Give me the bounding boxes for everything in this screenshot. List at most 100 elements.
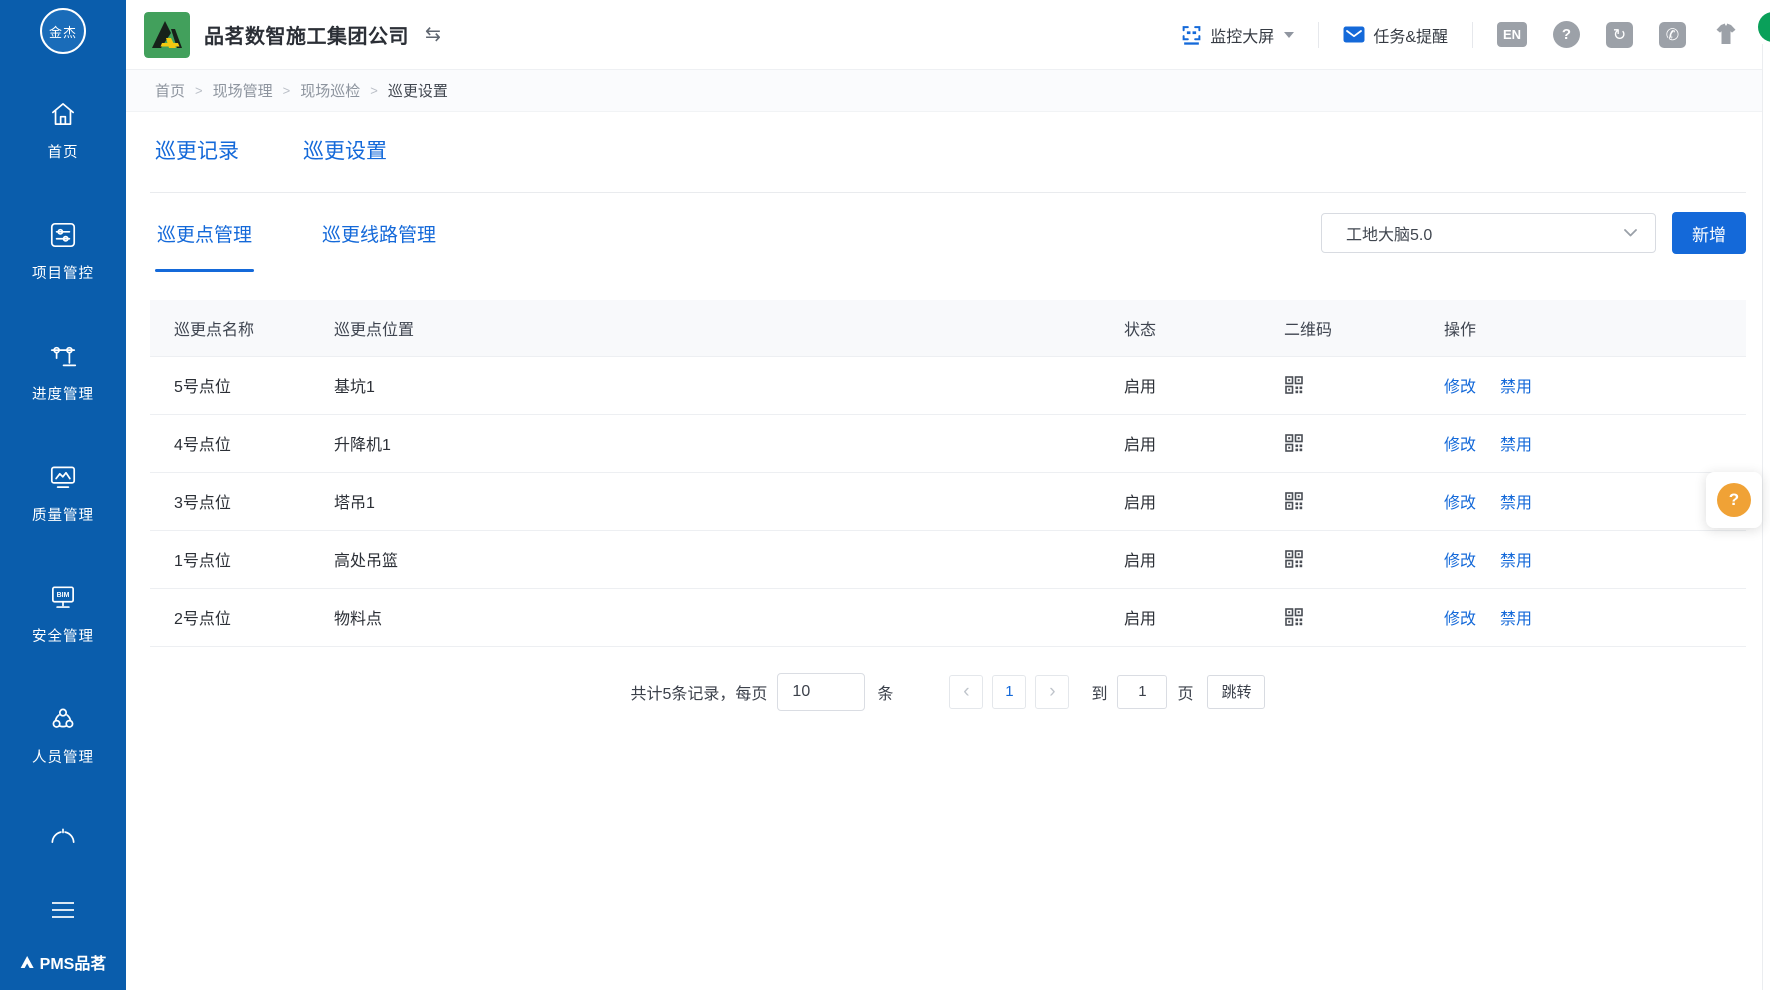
sidebar-item-safety[interactable]: BIM 安全管理 — [0, 582, 126, 703]
contact-phone-icon[interactable]: ✆ — [1659, 22, 1686, 48]
theme-shirt-icon[interactable] — [1712, 23, 1740, 47]
edit-link[interactable]: 修改 — [1444, 495, 1476, 512]
breadcrumb-separator: > — [283, 83, 291, 98]
sidebar-item-more[interactable] — [0, 824, 126, 884]
switch-project-icon[interactable]: ⇆ — [425, 23, 441, 46]
qrcode-icon[interactable] — [1284, 433, 1304, 453]
cell-name: 5号点位 — [150, 356, 334, 414]
pagination: 共计5条记录，每页 条 ‹ 1 › 到 页 跳转 — [150, 673, 1746, 711]
cell-location: 塔吊1 — [334, 472, 1124, 530]
project-select-dropdown[interactable]: 工地大脑5.0 — [1321, 213, 1656, 253]
qrcode-icon[interactable] — [1284, 607, 1304, 627]
sidebar-item-home[interactable]: 首页 — [0, 98, 126, 219]
cell-name: 1号点位 — [150, 530, 334, 588]
app-root: 金杰 首页 项目管控 进度管理 — [0, 0, 1770, 990]
sidebar-item-label: 安全管理 — [32, 625, 94, 646]
sidebar-item-progress[interactable]: 进度管理 — [0, 340, 126, 461]
page-number-button[interactable]: 1 — [992, 675, 1026, 709]
cell-status: 启用 — [1124, 414, 1284, 472]
cell-location: 高处吊篮 — [334, 530, 1124, 588]
monitor-screen-icon — [1181, 24, 1202, 45]
sidebar-item-label: 进度管理 — [32, 383, 94, 404]
divider — [1318, 22, 1319, 48]
qrcode-icon[interactable] — [1284, 549, 1304, 569]
pms-triangle-icon — [20, 955, 35, 969]
breadcrumb-site-inspection[interactable]: 现场巡检 — [300, 80, 360, 101]
sync-icon[interactable]: ↻ — [1606, 22, 1633, 48]
envelope-icon — [1343, 26, 1365, 43]
company-logo — [144, 12, 190, 58]
qrcode-icon[interactable] — [1284, 375, 1304, 395]
page-size-input[interactable] — [777, 673, 865, 711]
col-status: 状态 — [1124, 300, 1284, 356]
floating-help-widget[interactable]: ? — [1706, 472, 1762, 528]
sidebar-item-label: 项目管控 — [32, 262, 94, 283]
subtab-patrol-route-management[interactable]: 巡更线路管理 — [322, 220, 436, 247]
tasks-reminders-label: 任务&提醒 — [1373, 23, 1448, 47]
table-row: 1号点位 高处吊篮 启用 修改禁用 — [150, 530, 1746, 588]
sidebar-item-label: 质量管理 — [32, 504, 94, 525]
sidebar-item-personnel[interactable]: 人员管理 — [0, 703, 126, 824]
cell-name: 3号点位 — [150, 472, 334, 530]
language-toggle[interactable]: EN — [1497, 22, 1527, 47]
page-content: 巡更记录 巡更设置 巡更点管理 巡更线路管理 工地大脑5.0 新增 — [126, 112, 1770, 990]
people-network-icon — [47, 703, 79, 735]
jump-page-input[interactable] — [1117, 675, 1167, 709]
chevron-down-icon — [1284, 32, 1294, 38]
prev-page-button[interactable]: ‹ — [949, 675, 983, 709]
disable-link[interactable]: 禁用 — [1500, 611, 1532, 628]
patrol-points-table: 巡更点名称 巡更点位置 状态 二维码 操作 5号点位 基坑1 启用 修改禁用 — [150, 300, 1746, 647]
disable-link[interactable]: 禁用 — [1500, 437, 1532, 454]
jump-button[interactable]: 跳转 — [1207, 675, 1265, 709]
subtab-toolbar-row: 巡更点管理 巡更线路管理 工地大脑5.0 新增 — [150, 193, 1746, 273]
cell-name: 4号点位 — [150, 414, 334, 472]
pagination-total-text: 共计5条记录，每页 — [631, 680, 768, 704]
tab-patrol-settings[interactable]: 巡更设置 — [303, 140, 387, 164]
sidebar-collapse-icon[interactable] — [52, 902, 74, 918]
cell-status: 启用 — [1124, 356, 1284, 414]
sidebar: 金杰 首页 项目管控 进度管理 — [0, 0, 126, 990]
breadcrumb-site-management[interactable]: 现场管理 — [213, 80, 273, 101]
sidebar-item-project-control[interactable]: 项目管控 — [0, 219, 126, 340]
sidebar-item-label: 首页 — [48, 141, 79, 162]
table-row: 5号点位 基坑1 启用 修改禁用 — [150, 356, 1746, 414]
disable-link[interactable]: 禁用 — [1500, 379, 1532, 396]
pager: ‹ 1 › — [949, 675, 1069, 709]
company-name: 品茗数智施工集团公司 — [204, 20, 409, 49]
breadcrumb-home[interactable]: 首页 — [155, 80, 185, 101]
sidebar-item-quality[interactable]: 质量管理 — [0, 461, 126, 582]
edit-link[interactable]: 修改 — [1444, 437, 1476, 454]
scrollbar-track[interactable] — [1762, 44, 1770, 990]
next-page-button[interactable]: › — [1035, 675, 1069, 709]
add-button[interactable]: 新增 — [1672, 212, 1746, 254]
cell-status: 启用 — [1124, 588, 1284, 646]
toolbar: 工地大脑5.0 新增 — [1321, 212, 1746, 254]
page-unit-label: 页 — [1177, 680, 1193, 704]
disable-link[interactable]: 禁用 — [1500, 495, 1532, 512]
col-actions: 操作 — [1444, 300, 1746, 356]
divider — [1472, 22, 1473, 48]
edit-link[interactable]: 修改 — [1444, 553, 1476, 570]
disable-link[interactable]: 禁用 — [1500, 553, 1532, 570]
sliders-icon — [47, 219, 79, 251]
col-name: 巡更点名称 — [150, 300, 334, 356]
quality-monitor-icon — [47, 461, 79, 493]
table-row: 2号点位 物料点 启用 修改禁用 — [150, 588, 1746, 646]
user-avatar[interactable]: 金杰 — [40, 8, 86, 54]
monitor-screen-button[interactable]: 监控大屏 — [1181, 23, 1294, 47]
subtab-patrol-point-management[interactable]: 巡更点管理 — [157, 220, 252, 247]
table-row: 4号点位 升降机1 启用 修改 禁用 — [150, 414, 1746, 472]
col-location: 巡更点位置 — [334, 300, 1124, 356]
qrcode-icon[interactable] — [1284, 491, 1304, 511]
tab-patrol-records[interactable]: 巡更记录 — [155, 140, 239, 164]
cell-location: 升降机1 — [334, 414, 1124, 472]
page-tabs: 巡更记录 巡更设置 — [150, 112, 1746, 164]
breadcrumb-separator: > — [370, 83, 378, 98]
edit-link[interactable]: 修改 — [1444, 379, 1476, 396]
bim-monitor-icon: BIM — [47, 582, 79, 614]
help-icon[interactable]: ? — [1553, 21, 1580, 48]
edit-link[interactable]: 修改 — [1444, 611, 1476, 628]
jump-to-label: 到 — [1091, 680, 1107, 704]
tasks-reminders-button[interactable]: 任务&提醒 — [1343, 23, 1448, 47]
help-bubble-icon: ? — [1717, 483, 1751, 517]
